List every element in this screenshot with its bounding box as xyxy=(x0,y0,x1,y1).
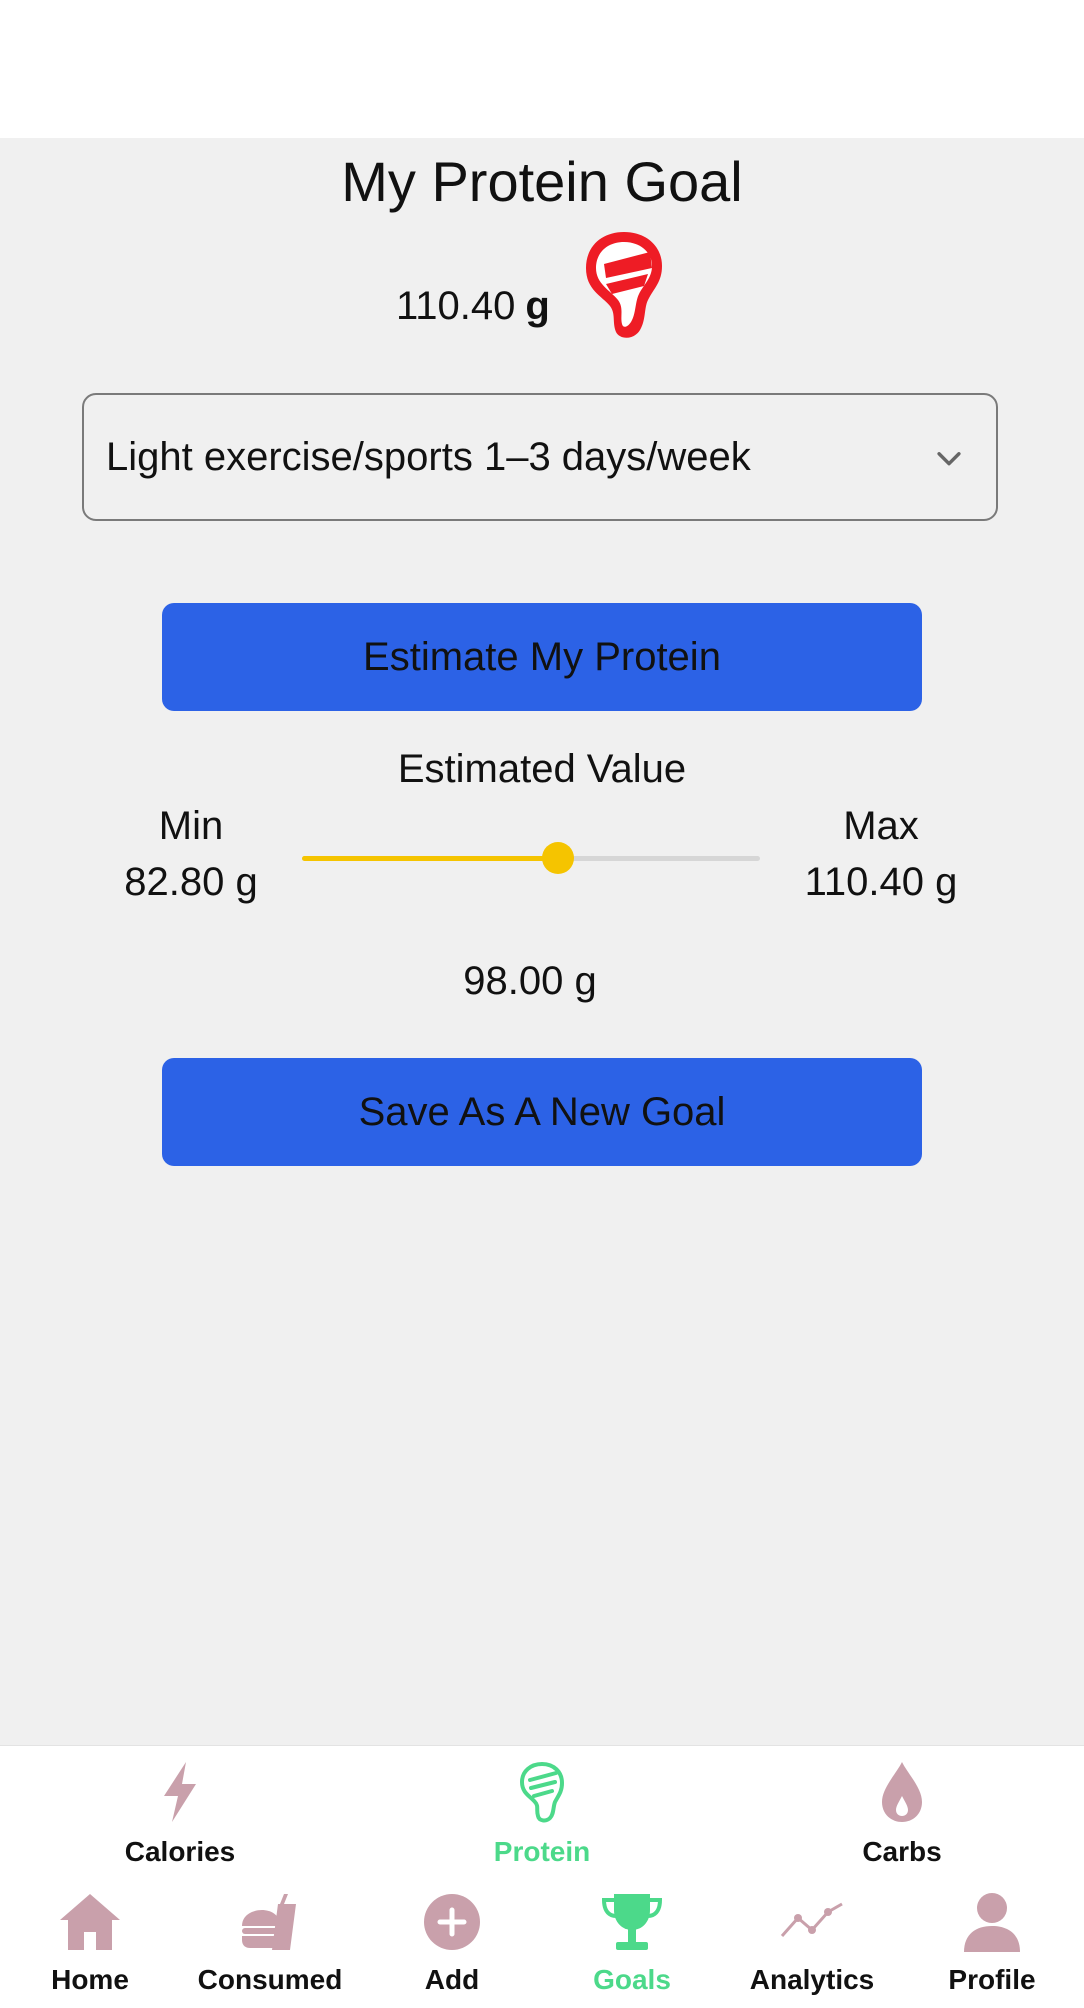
tab-carbs[interactable]: Carbs xyxy=(802,1746,1002,1874)
meat-icon xyxy=(519,1761,565,1823)
protein-slider[interactable] xyxy=(302,836,760,880)
page-title: My Protein Goal xyxy=(341,150,743,213)
nav-profile[interactable]: Profile xyxy=(902,1874,1082,2008)
tab-carbs-label: Carbs xyxy=(862,1836,942,1867)
max-value: 110.40 g xyxy=(804,860,958,904)
nav-consumed-label: Consumed xyxy=(197,1964,343,1995)
person-icon xyxy=(964,1893,1020,1952)
bottom-nav: Home Consumed Add Goals Analytics Profil… xyxy=(0,1874,1084,2008)
estimated-value-label: Estimated Value xyxy=(397,747,687,791)
chevron-down-icon xyxy=(937,452,961,466)
min-label: Min xyxy=(158,804,224,848)
nav-analytics-label: Analytics xyxy=(749,1964,875,1995)
save-goal-button[interactable]: Save As A New Goal xyxy=(162,1058,922,1166)
min-value: 82.80 g xyxy=(124,860,258,904)
nav-analytics[interactable]: Analytics xyxy=(722,1874,902,2008)
nav-home-label: Home xyxy=(51,1964,129,1995)
nav-add-label: Add xyxy=(424,1964,480,1995)
max-label: Max xyxy=(843,804,919,848)
nav-consumed[interactable]: Consumed xyxy=(180,1874,360,2008)
lightning-icon xyxy=(164,1762,196,1822)
nav-goals[interactable]: Goals xyxy=(542,1874,722,2008)
current-goal: 110.40 g xyxy=(396,282,550,330)
activity-level-select[interactable]: Light exercise/sports 1–3 days/week xyxy=(82,393,998,521)
line-chart-icon xyxy=(780,1902,843,1937)
tab-calories[interactable]: Calories xyxy=(80,1746,280,1874)
macro-tab-bar: Calories Protein Carbs xyxy=(0,1745,1084,1875)
nav-goals-label: Goals xyxy=(593,1964,671,1995)
meat-icon xyxy=(586,232,662,338)
nav-profile-label: Profile xyxy=(948,1964,1036,1995)
slider-thumb[interactable] xyxy=(542,842,575,874)
tab-protein-label: Protein xyxy=(493,1836,591,1867)
current-goal-value: 110.40 xyxy=(396,284,516,328)
current-goal-unit: g xyxy=(525,284,550,328)
tab-calories-label: Calories xyxy=(124,1836,236,1867)
nav-add[interactable]: Add xyxy=(362,1874,542,2008)
estimate-protein-button[interactable]: Estimate My Protein xyxy=(162,603,922,711)
slider-fill xyxy=(302,856,559,861)
food-icon xyxy=(242,1894,296,1950)
min-block: Min 82.80 g xyxy=(110,798,272,910)
tab-protein[interactable]: Protein xyxy=(442,1746,642,1874)
max-block: Max 110.40 g xyxy=(796,798,966,910)
trophy-icon xyxy=(601,1894,663,1950)
drop-icon xyxy=(882,1762,922,1822)
nav-home[interactable]: Home xyxy=(0,1874,180,2008)
selected-value: 98.00 g xyxy=(463,959,597,1003)
home-icon xyxy=(60,1894,120,1950)
activity-level-value: Light exercise/sports 1–3 days/week xyxy=(106,434,751,479)
status-bar xyxy=(0,0,1084,138)
plus-circle-icon xyxy=(424,1894,480,1950)
